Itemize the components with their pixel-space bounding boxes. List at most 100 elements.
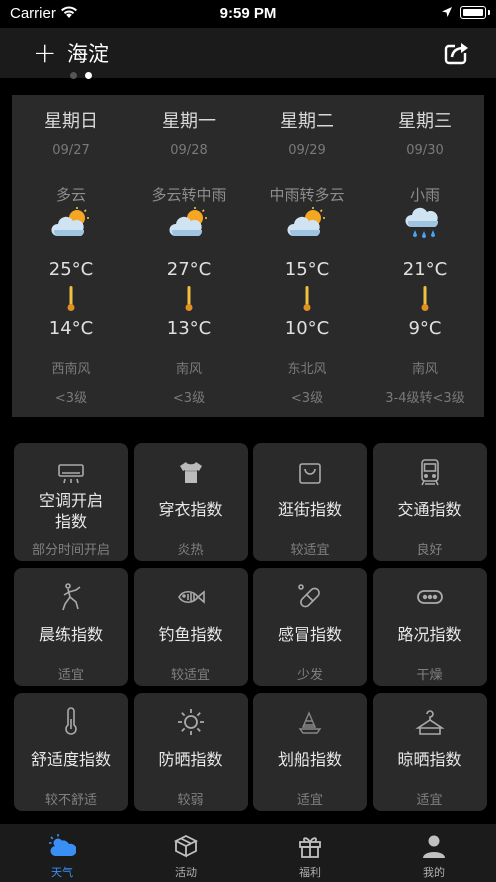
forecast-low-temp: 9°C: [408, 318, 442, 339]
life-index-title: 舒适度指数: [30, 750, 111, 769]
tab-mine[interactable]: 我的: [372, 824, 496, 882]
page-indicator: [70, 64, 100, 83]
life-index-card[interactable]: 晨练指数 适宜: [14, 568, 128, 686]
life-index-card[interactable]: 防晒指数 较弱: [133, 693, 248, 811]
life-index-title: 感冒指数: [277, 625, 342, 644]
life-index-value: 部分时间开启: [31, 543, 110, 558]
forecast-wind-level: <3级: [290, 391, 324, 406]
boat-icon: [295, 707, 325, 737]
forecast-day[interactable]: 星期日 09/27 多云 25°C 14°C 西南风 <3级: [12, 95, 130, 417]
life-index-value: 良好: [416, 543, 443, 558]
forecast-condition: 中雨转多云: [269, 186, 345, 204]
life-index-card[interactable]: 穿衣指数 炎热: [133, 443, 248, 561]
forecast-date: 09/28: [170, 143, 208, 158]
cloud-sun-icon: [287, 207, 327, 239]
hanger-icon: [414, 707, 445, 737]
profile-tab-icon: [420, 832, 448, 860]
life-index-title: 防晒指数: [158, 750, 223, 769]
add-city-button[interactable]: +: [33, 36, 56, 69]
forecast-high-temp: 21°C: [402, 259, 448, 280]
forecast-wind-direction: 南风: [411, 362, 438, 377]
life-index-value: 炎热: [177, 543, 204, 558]
life-index-title: 钓鱼指数: [158, 625, 223, 644]
life-index-title: 空调开启 指数: [38, 491, 103, 531]
forecast-wind-level: <3级: [172, 391, 206, 406]
life-index-value: 较适宜: [290, 543, 330, 558]
cloud-sun-icon: [51, 207, 91, 239]
location-arrow-icon: [442, 7, 452, 17]
life-index-card[interactable]: 逛街指数 较适宜: [253, 443, 367, 561]
life-index-value: 较弱: [177, 793, 204, 808]
life-index-value: 适宜: [296, 793, 323, 808]
bus-icon: [415, 457, 445, 487]
life-index-title: 逛街指数: [277, 500, 342, 519]
forecast-low-temp: 10°C: [284, 318, 330, 339]
forecast-wind-level: 3-4级转<3级: [385, 391, 465, 406]
life-index-card[interactable]: 路况指数 干燥: [372, 568, 487, 686]
forecast-wind-level: <3级: [54, 391, 88, 406]
tab-bar: 天气 活动 福利 我的: [0, 824, 496, 882]
life-index-card[interactable]: 空调开启 指数部分时间开启: [14, 443, 128, 561]
forecast-weekday: 星期日: [44, 111, 98, 132]
life-index-card[interactable]: 交通指数 良好: [372, 443, 487, 561]
box-tab-icon: [172, 832, 200, 860]
air-conditioner-icon: [56, 457, 86, 487]
life-index-card[interactable]: 钓鱼指数 较适宜: [133, 568, 248, 686]
forecast-condition: 多云: [55, 186, 86, 204]
forecast-high-temp: 15°C: [284, 259, 330, 280]
forecast-condition: 多云转中雨: [151, 186, 227, 204]
forecast-wind-direction: 东北风: [287, 362, 327, 377]
forecast-high-temp: 27°C: [166, 259, 212, 280]
life-index-title: 路况指数: [397, 625, 462, 644]
life-index-value: 较不舒适: [44, 793, 97, 808]
page-dot-active[interactable]: [85, 72, 92, 79]
life-index-title: 穿衣指数: [158, 500, 223, 519]
weather-tab-icon: [48, 832, 77, 860]
life-index-title: 划船指数: [277, 750, 342, 769]
life-index-value: 适宜: [416, 793, 443, 808]
forecast-day[interactable]: 星期二 09/29 中雨转多云 15°C 10°C 东北风 <3级: [248, 95, 366, 417]
temperature-range-icon: [185, 286, 193, 312]
tab-label: 我的: [423, 866, 445, 879]
forecast-wind-direction: 西南风: [51, 362, 91, 377]
tab-label: 天气: [51, 866, 73, 879]
tab-label: 活动: [175, 866, 197, 879]
life-index-value: 适宜: [57, 668, 84, 683]
life-index-card[interactable]: 划船指数 适宜: [253, 693, 367, 811]
road-icon: [415, 582, 445, 612]
forecast-day[interactable]: 星期三 09/30 小雨 21°C 9°C 南风 3-4级转<3级: [366, 95, 484, 417]
status-time: 9:59 PM: [219, 5, 277, 22]
life-index-value: 较适宜: [170, 668, 210, 683]
life-index-card[interactable]: 晾晒指数 适宜: [372, 693, 487, 811]
life-index-card[interactable]: 舒适度指数 较不舒适: [14, 693, 128, 811]
forecast-panel: 星期日 09/27 多云 25°C 14°C 西南风 <3级 星期一 09/28 多云转中雨 27°…: [12, 95, 484, 417]
cloud-rain-icon: [405, 207, 445, 239]
page-dot[interactable]: [70, 72, 77, 79]
battery-tip: [488, 10, 490, 15]
temperature-range-icon: [421, 286, 429, 312]
temperature-range-icon: [67, 286, 75, 312]
forecast-low-temp: 13°C: [166, 318, 212, 339]
tab-activity[interactable]: 活动: [124, 824, 248, 882]
forecast-day[interactable]: 星期一 09/28 多云转中雨 27°C 13°C 南风 <3级: [130, 95, 248, 417]
tab-weather[interactable]: 天气: [0, 824, 124, 882]
life-index-title: 晨练指数: [38, 625, 103, 644]
life-index-title: 晾晒指数: [397, 750, 462, 769]
shopping-bag-icon: [295, 457, 325, 487]
tab-welfare[interactable]: 福利: [248, 824, 372, 882]
gift-tab-icon: [296, 832, 324, 860]
pill-icon: [295, 582, 325, 612]
battery-icon: [460, 6, 486, 19]
cloud-sun-icon: [169, 207, 209, 239]
temperature-range-icon: [303, 286, 311, 312]
header-bar: + 海淀: [0, 28, 496, 79]
forecast-weekday: 星期二: [280, 111, 334, 132]
sun-icon: [176, 707, 206, 737]
life-index-card[interactable]: 感冒指数 少发: [253, 568, 367, 686]
share-icon[interactable]: [443, 38, 471, 66]
life-index-value: 干燥: [416, 668, 443, 683]
status-bar: Carrier 9:59 PM: [0, 0, 496, 28]
forecast-date: 09/29: [288, 143, 326, 158]
forecast-weekday: 星期三: [398, 111, 452, 132]
forecast-low-temp: 14°C: [48, 318, 94, 339]
